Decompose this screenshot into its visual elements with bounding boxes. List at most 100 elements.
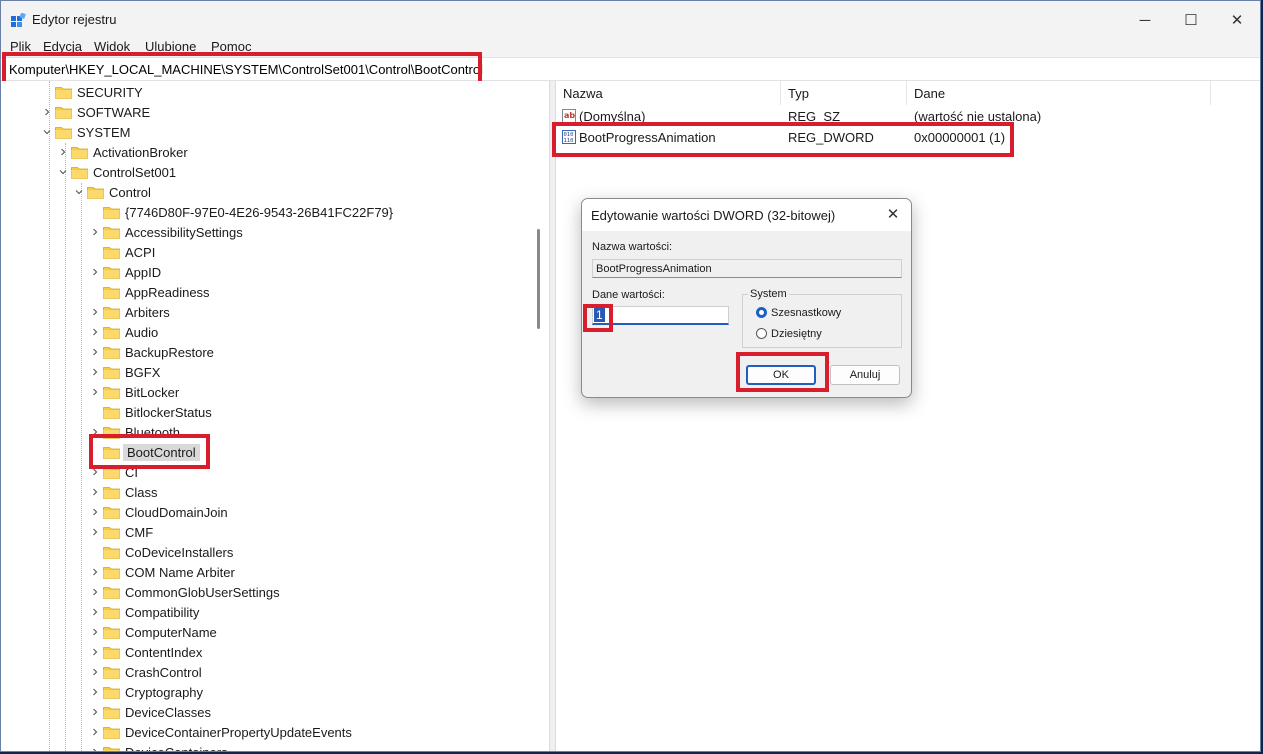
- column-type[interactable]: Typ: [781, 81, 907, 105]
- radio-hexadecimal[interactable]: [756, 307, 767, 318]
- minimize-button[interactable]: ─: [1122, 1, 1168, 39]
- tree-item[interactable]: AppID: [89, 262, 161, 282]
- chevron-right-icon[interactable]: [89, 706, 101, 718]
- tree-item[interactable]: CloudDomainJoin: [89, 502, 228, 522]
- dialog-close-button[interactable]: ✕: [885, 206, 901, 223]
- tree-item-label: CI: [125, 464, 138, 480]
- tree-item[interactable]: Audio: [89, 322, 158, 342]
- tree-item[interactable]: CoDeviceInstallers: [89, 542, 233, 562]
- tree-item[interactable]: BGFX: [89, 362, 160, 382]
- chevron-right-icon[interactable]: [89, 426, 101, 438]
- maximize-button[interactable]: ☐: [1168, 1, 1214, 39]
- chevron-right-icon[interactable]: [41, 106, 53, 118]
- title-bar[interactable]: Edytor rejestru ─ ☐ ✕: [1, 1, 1260, 39]
- tree-item[interactable]: CommonGlobUserSettings: [89, 582, 280, 602]
- tree-item[interactable]: SYSTEM: [41, 122, 130, 142]
- tree-item-label: SYSTEM: [77, 124, 131, 140]
- radio-decimal-label[interactable]: Dziesiętny: [771, 328, 822, 340]
- tree-item[interactable]: CrashControl: [89, 662, 202, 682]
- tree-item[interactable]: {7746D80F-97E0-4E26-9543-26B41FC22F79}: [89, 202, 393, 222]
- menu-file[interactable]: Plik: [10, 39, 31, 54]
- tree-item[interactable]: ControlSet001: [57, 162, 176, 182]
- chevron-right-icon[interactable]: [89, 326, 101, 338]
- tree-item[interactable]: Control: [73, 182, 151, 202]
- pane-splitter[interactable]: [549, 81, 556, 751]
- chevron-right-icon[interactable]: [89, 486, 101, 498]
- value-row[interactable]: 010 110 BootProgressAnimation REG_DWORD …: [556, 128, 1256, 148]
- tree-item[interactable]: BitLocker: [89, 382, 179, 402]
- chevron-right-icon[interactable]: [89, 626, 101, 638]
- folder-icon: [103, 246, 120, 259]
- tree-item[interactable]: DeviceContainers: [89, 742, 228, 751]
- radio-hexadecimal-label[interactable]: Szesnastkowy: [771, 307, 841, 319]
- chevron-down-icon[interactable]: [41, 126, 53, 138]
- address-bar[interactable]: Komputer\HKEY_LOCAL_MACHINE\SYSTEM\Contr…: [1, 57, 1260, 81]
- chevron-right-icon[interactable]: [89, 686, 101, 698]
- close-button[interactable]: ✕: [1214, 1, 1260, 39]
- chevron-right-icon[interactable]: [89, 566, 101, 578]
- chevron-right-icon[interactable]: [89, 386, 101, 398]
- column-name[interactable]: Nazwa: [556, 81, 781, 105]
- chevron-right-icon[interactable]: [89, 586, 101, 598]
- tree-item[interactable]: Arbiters: [89, 302, 170, 322]
- cancel-button[interactable]: Anuluj: [830, 365, 900, 385]
- chevron-down-icon[interactable]: [57, 166, 69, 178]
- chevron-right-icon[interactable]: [89, 746, 101, 751]
- radio-decimal[interactable]: [756, 328, 767, 339]
- key-tree[interactable]: SECURITY SOFTWARE SYSTEM ActivationBroker Co…: [1, 81, 549, 751]
- tree-item[interactable]: BitlockerStatus: [89, 402, 212, 422]
- value-data-label: Dane wartości:: [592, 289, 665, 301]
- tree-item-label: DeviceClasses: [125, 704, 211, 720]
- ok-button[interactable]: OK: [746, 365, 816, 385]
- tree-item[interactable]: DeviceContainerPropertyUpdateEvents: [89, 722, 352, 742]
- value-name-label: Nazwa wartości:: [592, 241, 673, 253]
- tree-item[interactable]: ActivationBroker: [57, 142, 188, 162]
- chevron-right-icon[interactable]: [89, 226, 101, 238]
- tree-item[interactable]: ContentIndex: [89, 642, 202, 662]
- chevron-right-icon[interactable]: [89, 366, 101, 378]
- tree-item-label: CMF: [125, 524, 154, 540]
- tree-item[interactable]: Class: [89, 482, 158, 502]
- chevron-right-icon[interactable]: [89, 526, 101, 538]
- value-data-input[interactable]: 1: [592, 306, 729, 325]
- tree-item[interactable]: ComputerName: [89, 622, 217, 642]
- tree-item[interactable]: BootControl: [89, 442, 200, 462]
- menu-favorites[interactable]: Ulubione: [145, 39, 196, 54]
- menu-help[interactable]: Pomoc: [211, 39, 251, 54]
- tree-item[interactable]: AccessibilitySettings: [89, 222, 243, 242]
- folder-icon: [103, 506, 120, 519]
- chevron-right-icon[interactable]: [89, 306, 101, 318]
- chevron-right-icon[interactable]: [57, 146, 69, 158]
- menu-view[interactable]: Widok: [94, 39, 130, 54]
- values-scrollbar[interactable]: [1255, 165, 1258, 725]
- address-path[interactable]: Komputer\HKEY_LOCAL_MACHINE\SYSTEM\Contr…: [9, 62, 483, 77]
- chevron-right-icon[interactable]: [89, 506, 101, 518]
- tree-item[interactable]: CMF: [89, 522, 153, 542]
- tree-item[interactable]: BackupRestore: [89, 342, 214, 362]
- tree-item[interactable]: DeviceClasses: [89, 702, 211, 722]
- chevron-right-icon[interactable]: [89, 466, 101, 478]
- tree-item[interactable]: COM Name Arbiter: [89, 562, 235, 582]
- chevron-right-icon[interactable]: [89, 346, 101, 358]
- tree-item[interactable]: Bluetooth: [89, 422, 180, 442]
- tree-item[interactable]: SOFTWARE: [41, 102, 150, 122]
- menu-edit[interactable]: Edycja: [43, 39, 82, 54]
- tree-item[interactable]: CI: [89, 462, 138, 482]
- chevron-right-icon[interactable]: [89, 606, 101, 618]
- folder-icon: [103, 306, 120, 319]
- chevron-right-icon[interactable]: [89, 646, 101, 658]
- value-row[interactable]: ab (Domyślna) REG_SZ (wartość nie ustalo…: [556, 107, 1256, 127]
- tree-scrollbar[interactable]: [537, 229, 540, 329]
- chevron-down-icon[interactable]: [73, 186, 85, 198]
- chevron-right-icon[interactable]: [89, 726, 101, 738]
- tree-item[interactable]: AppReadiness: [89, 282, 210, 302]
- tree-item[interactable]: SECURITY: [41, 82, 143, 102]
- dialog-title-bar[interactable]: Edytowanie wartości DWORD (32-bitowej) ✕: [582, 199, 911, 231]
- tree-item[interactable]: Compatibility: [89, 602, 199, 622]
- tree-item[interactable]: Cryptography: [89, 682, 203, 702]
- chevron-right-icon[interactable]: [89, 266, 101, 278]
- chevron-right-icon[interactable]: [89, 666, 101, 678]
- column-data[interactable]: Dane: [907, 81, 1211, 105]
- tree-item[interactable]: ACPI: [89, 242, 155, 262]
